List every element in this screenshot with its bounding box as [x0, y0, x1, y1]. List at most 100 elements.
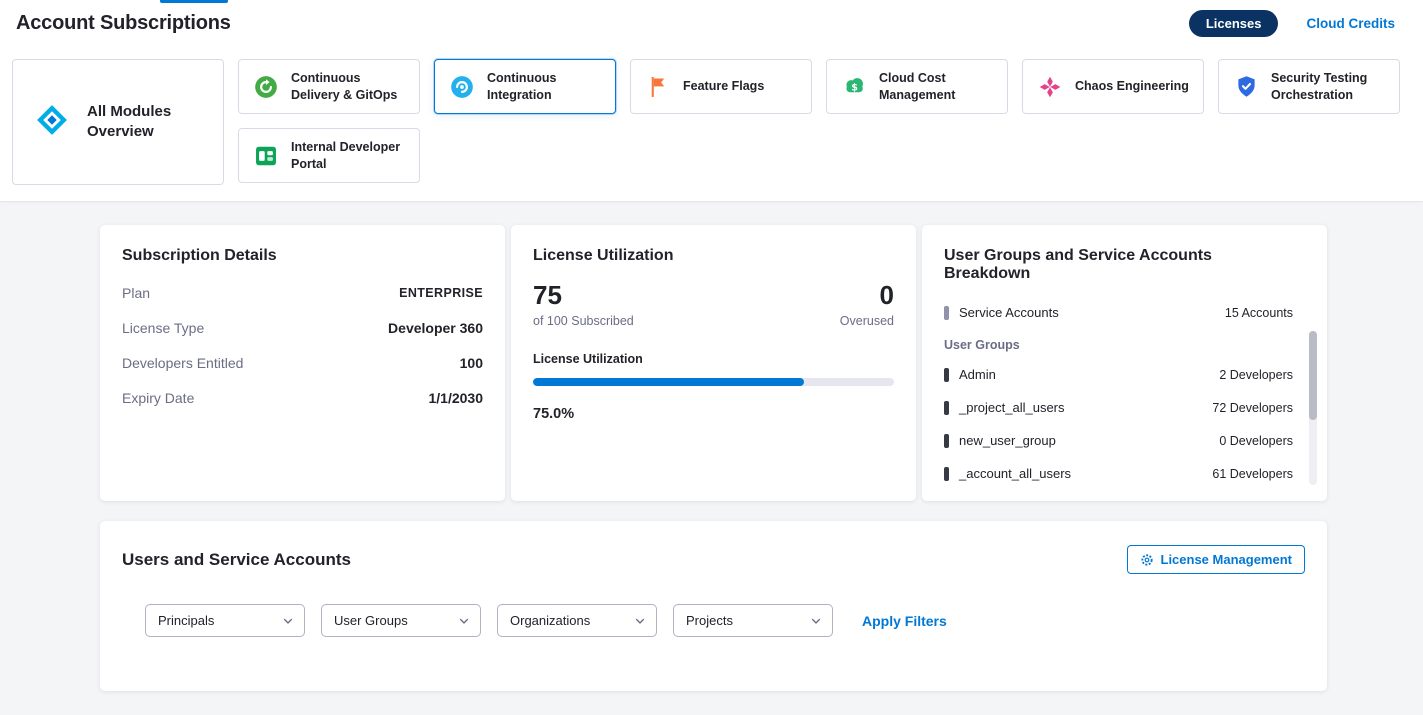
detail-value: 100: [460, 355, 483, 371]
bar-chip-icon: [944, 467, 949, 481]
scrollbar-track: [1309, 331, 1317, 485]
principals-dropdown[interactable]: Principals: [145, 604, 305, 637]
utilization-progress-track: [533, 378, 894, 386]
subscribed-count: 75: [533, 281, 634, 310]
user-group-name: new_user_group: [959, 433, 1056, 448]
chevron-down-icon: [634, 615, 646, 627]
user-group-row: _account_all_users 61 Developers: [944, 457, 1293, 490]
module-card-label: Continuous Integration: [487, 70, 603, 103]
subscribed-stat: 75 of 100 Subscribed: [533, 281, 634, 328]
licenses-button[interactable]: Licenses: [1189, 10, 1279, 37]
security-testing-orchestration-icon: [1231, 72, 1261, 102]
module-card-label: Feature Flags: [683, 78, 764, 94]
modules-grid: Continuous Delivery & GitOps Continuous …: [238, 59, 1411, 183]
scrollbar-thumb[interactable]: [1309, 331, 1317, 420]
all-modules-overview-card[interactable]: All Modules Overview: [12, 59, 224, 185]
user-group-row: _project_all_users 72 Developers: [944, 391, 1293, 424]
header-actions: Licenses Cloud Credits: [1189, 10, 1407, 37]
module-card-label: Continuous Delivery & GitOps: [291, 70, 407, 103]
user-group-name: Admin: [959, 367, 996, 382]
all-modules-overview-label: All Modules Overview: [87, 102, 207, 143]
service-accounts-label: Service Accounts: [959, 305, 1059, 320]
bar-chip-icon: [944, 401, 949, 415]
bar-chip-icon: [944, 434, 949, 448]
module-card-continuous-delivery[interactable]: Continuous Delivery & GitOps: [238, 59, 420, 114]
license-management-label: License Management: [1161, 552, 1293, 567]
dropdown-label: Organizations: [510, 613, 590, 628]
detail-label: Developers Entitled: [122, 355, 243, 371]
module-card-security-testing-orchestration[interactable]: Security Testing Orchestration: [1218, 59, 1400, 114]
subscription-details-title: Subscription Details: [122, 247, 483, 265]
page-title: Account Subscriptions: [16, 12, 231, 35]
bar-chip-icon: [944, 368, 949, 382]
chevron-down-icon: [810, 615, 822, 627]
dropdown-label: Principals: [158, 613, 214, 628]
detail-value: 1/1/2030: [429, 390, 484, 406]
detail-label: License Type: [122, 320, 204, 336]
user-group-value: 0 Developers: [1219, 434, 1293, 448]
subscribed-caption: of 100 Subscribed: [533, 314, 634, 328]
detail-value: ENTERPRISE: [399, 286, 483, 300]
module-card-label: Security Testing Orchestration: [1271, 70, 1387, 103]
cloud-credits-link[interactable]: Cloud Credits: [1306, 16, 1395, 31]
chaos-engineering-icon: [1035, 72, 1065, 102]
apply-filters-link[interactable]: Apply Filters: [862, 613, 947, 629]
summary-cards-row: Subscription Details Plan ENTERPRISE Lic…: [100, 225, 1327, 501]
user-groups-dropdown[interactable]: User Groups: [321, 604, 481, 637]
chevron-down-icon: [458, 615, 470, 627]
utilization-progress-fill: [533, 378, 804, 386]
overused-caption: Overused: [840, 314, 894, 328]
module-strip: All Modules Overview Continuous Delivery…: [0, 47, 1423, 201]
module-card-feature-flags[interactable]: Feature Flags: [630, 59, 812, 114]
users-section-title: Users and Service Accounts: [122, 550, 351, 570]
detail-row: Plan ENTERPRISE: [122, 275, 483, 310]
detail-label: Expiry Date: [122, 390, 194, 406]
license-management-button[interactable]: License Management: [1127, 545, 1306, 574]
detail-row: Developers Entitled 100: [122, 345, 483, 380]
bar-chip-icon: [944, 306, 949, 320]
utilization-bar-label: License Utilization: [533, 352, 894, 366]
detail-row: License Type Developer 360: [122, 310, 483, 345]
user-group-name: _project_all_users: [959, 400, 1065, 415]
user-group-row: Admin 2 Developers: [944, 358, 1293, 391]
user-group-value: 61 Developers: [1212, 467, 1293, 481]
continuous-delivery-icon: [251, 72, 281, 102]
breakdown-card: User Groups and Service Accounts Breakdo…: [922, 225, 1327, 501]
svg-text:$: $: [851, 83, 858, 94]
detail-value: Developer 360: [388, 320, 483, 336]
feature-flags-icon: [643, 72, 673, 102]
user-groups-header: User Groups: [944, 330, 1293, 358]
module-card-chaos-engineering[interactable]: Chaos Engineering: [1022, 59, 1204, 114]
subscription-details-card: Subscription Details Plan ENTERPRISE Lic…: [100, 225, 505, 501]
dropdown-label: User Groups: [334, 613, 408, 628]
user-group-value: 72 Developers: [1212, 401, 1293, 415]
module-card-continuous-integration[interactable]: Continuous Integration: [434, 59, 616, 114]
filters-row: Principals User Groups Organizations Pro…: [145, 604, 1305, 637]
module-card-label: Internal Developer Portal: [291, 139, 407, 172]
continuous-integration-icon: [447, 72, 477, 102]
user-group-row: new_user_group 0 Developers: [944, 424, 1293, 457]
internal-developer-portal-icon: [251, 141, 281, 171]
page-header: Account Subscriptions Licenses Cloud Cre…: [0, 0, 1423, 47]
license-utilization-title: License Utilization: [533, 247, 894, 265]
projects-dropdown[interactable]: Projects: [673, 604, 833, 637]
service-accounts-row: Service Accounts 15 Accounts: [944, 293, 1293, 330]
service-accounts-value: 15 Accounts: [1225, 306, 1293, 320]
module-card-cloud-cost-management[interactable]: $ Cloud Cost Management: [826, 59, 1008, 114]
gear-icon: [1140, 553, 1154, 567]
harness-logo-icon: [29, 97, 75, 148]
module-card-internal-developer-portal[interactable]: Internal Developer Portal: [238, 128, 420, 183]
detail-label: Plan: [122, 285, 150, 301]
cloud-cost-management-icon: $: [839, 72, 869, 102]
dropdown-label: Projects: [686, 613, 733, 628]
active-tab-indicator: [160, 0, 228, 3]
organizations-dropdown[interactable]: Organizations: [497, 604, 657, 637]
overused-count: 0: [840, 281, 894, 310]
license-utilization-card: License Utilization 75 of 100 Subscribed…: [511, 225, 916, 501]
utilization-stats: 75 of 100 Subscribed 0 Overused: [533, 281, 894, 328]
overused-stat: 0 Overused: [840, 281, 894, 328]
module-card-label: Chaos Engineering: [1075, 78, 1189, 94]
utilization-percent-label: 75.0%: [533, 406, 894, 422]
main-content: Subscription Details Plan ENTERPRISE Lic…: [0, 201, 1423, 715]
chevron-down-icon: [282, 615, 294, 627]
